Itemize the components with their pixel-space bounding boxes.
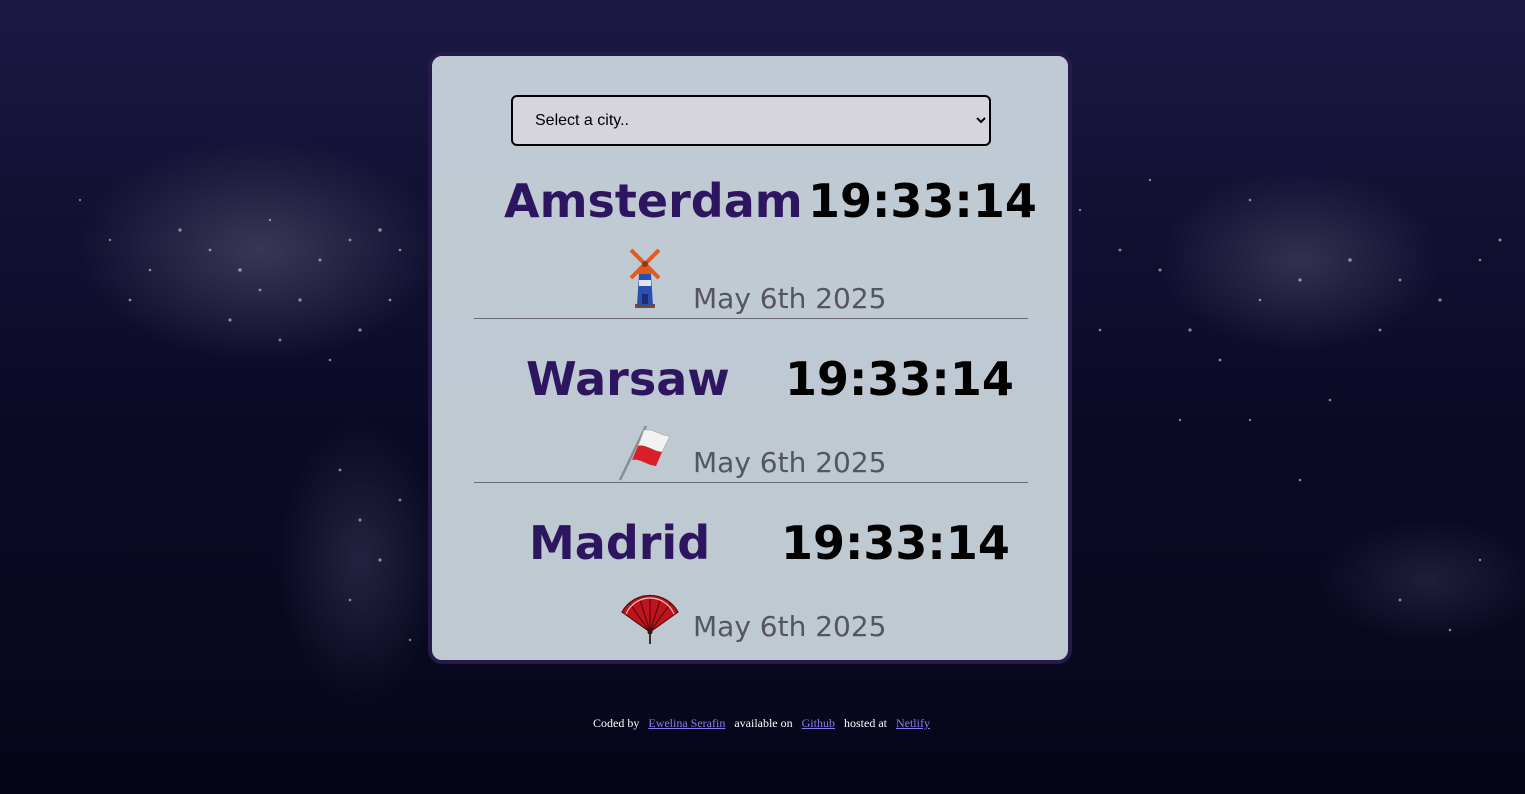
github-link[interactable]: Github [802, 716, 835, 730]
city-date: May 6th 2025 [693, 610, 887, 643]
fan-icon [620, 588, 684, 658]
city-select[interactable]: Select a city.. [511, 95, 991, 146]
footer-available-on: available on [734, 716, 793, 730]
city-row-madrid: Madrid 19:33:14 May 6th 2025 [432, 510, 1068, 670]
footer: Coded by Ewelina Serafin available on Gi… [0, 716, 1525, 731]
netlify-link[interactable]: Netlify [896, 716, 930, 730]
city-divider [474, 318, 1028, 319]
city-name: Warsaw [526, 352, 730, 406]
city-divider [474, 482, 1028, 483]
city-time: 19:33:14 [808, 174, 1037, 228]
windmill-icon [625, 244, 689, 314]
city-date: May 6th 2025 [693, 446, 887, 479]
city-name: Madrid [529, 516, 711, 570]
city-time: 19:33:14 [785, 352, 1014, 406]
city-date: May 6th 2025 [693, 282, 887, 315]
city-name: Amsterdam [504, 174, 803, 228]
author-link[interactable]: Ewelina Serafin [648, 716, 725, 730]
city-row-amsterdam: Amsterdam 19:33:14 May 6th 2025 [432, 168, 1068, 328]
city-time: 19:33:14 [781, 516, 1010, 570]
city-select-wrapper: Select a city.. [511, 95, 991, 146]
footer-coded-by: Coded by [593, 716, 640, 730]
footer-hosted-at: hosted at [843, 716, 887, 730]
world-clock-card: Select a city.. Amsterdam 19:33:14 May 6… [428, 52, 1072, 664]
